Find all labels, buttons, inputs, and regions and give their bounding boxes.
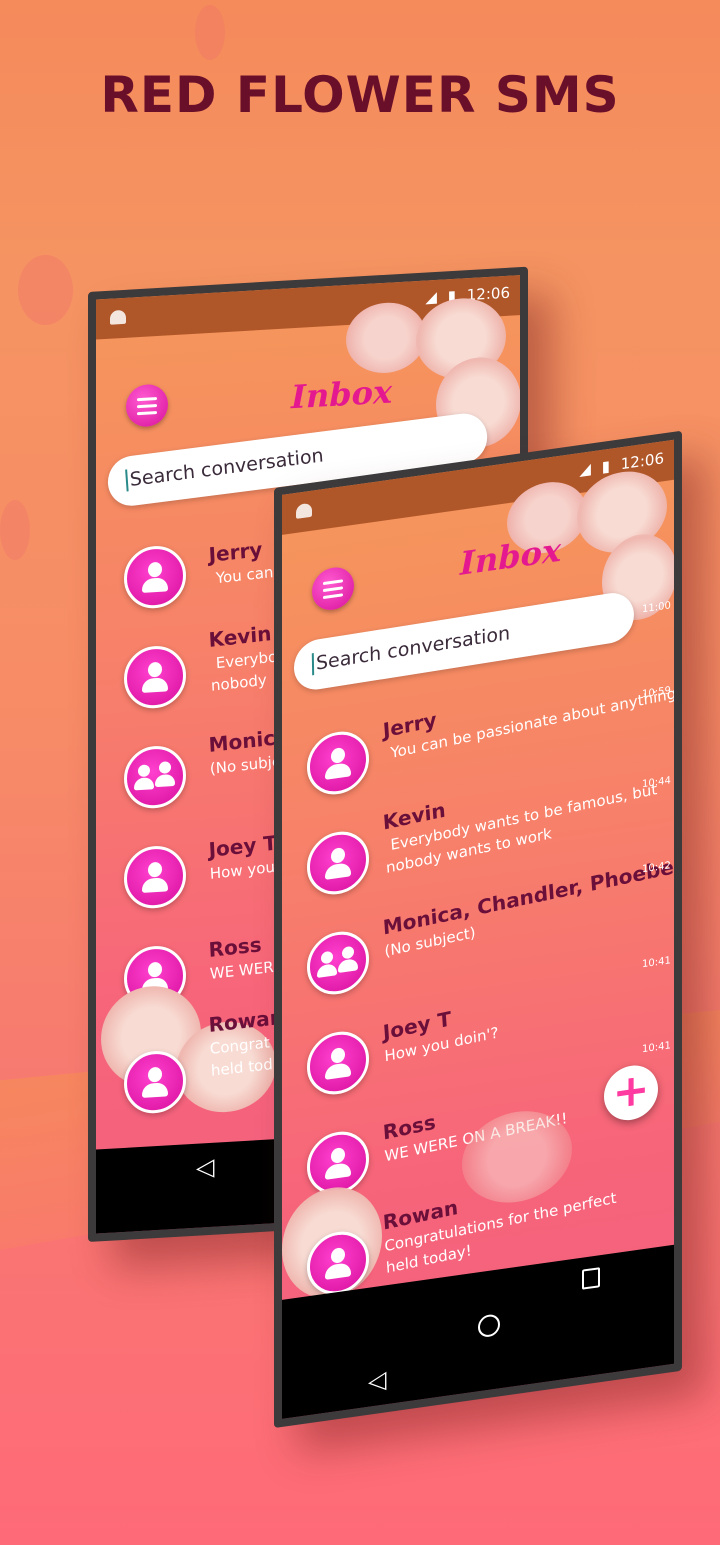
home-nav-icon[interactable] [478,1313,500,1339]
inbox-title: Inbox [291,372,393,417]
recents-nav-icon[interactable] [582,1267,600,1290]
avatar[interactable] [307,927,369,999]
android-icon [296,502,312,519]
list-item[interactable]: Jerry You can be passionate about anythi… [382,656,674,764]
bg-bokeh [18,255,73,325]
avatar[interactable] [124,744,186,810]
bg-bokeh [195,5,225,60]
bg-bokeh [0,500,30,560]
compose-button[interactable]: + [604,1062,658,1124]
status-time: 12:06 [620,449,664,474]
list-item[interactable]: Jerry You can [208,536,274,589]
back-nav-icon[interactable]: ◁ [368,1365,386,1396]
list-item[interactable]: Joey T How you doin'? [382,997,499,1066]
avatar[interactable] [307,827,369,899]
back-nav-icon[interactable]: ◁ [196,1153,214,1182]
search-placeholder: Search conversation [311,622,511,676]
android-icon [110,309,126,325]
list-item[interactable]: Ross WE WER [208,931,274,984]
avatar[interactable] [124,844,186,910]
signal-icon: ◢ [425,287,437,307]
battery-icon: ▮ [601,456,610,476]
list-item[interactable]: Joey T How you [208,831,279,884]
avatar[interactable] [307,727,369,799]
inbox-title: Inbox [460,530,562,583]
avatar[interactable] [124,644,186,710]
avatar[interactable] [124,544,186,610]
app-title: RED FLOWER SMS [100,66,620,124]
signal-icon: ◢ [579,459,591,480]
list-item[interactable]: Monica, Chandler, Phoebe (No subject) [382,855,674,962]
timestamp: 10:41 [642,955,671,971]
avatar[interactable] [307,1027,369,1099]
front-phone: ◢ ▮ 12:06 Inbox Search conversation Jerr… [274,430,682,1429]
front-phone-screen: ◢ ▮ 12:06 Inbox Search conversation Jerr… [282,439,674,1419]
list-item[interactable]: Kevin Everybo nobody [208,621,279,696]
timestamp: 10:41 [642,1040,671,1056]
menu-button[interactable] [312,564,354,613]
menu-button[interactable] [126,383,168,428]
list-item[interactable]: Kevin Everybody wants to be famous, but … [382,753,659,878]
